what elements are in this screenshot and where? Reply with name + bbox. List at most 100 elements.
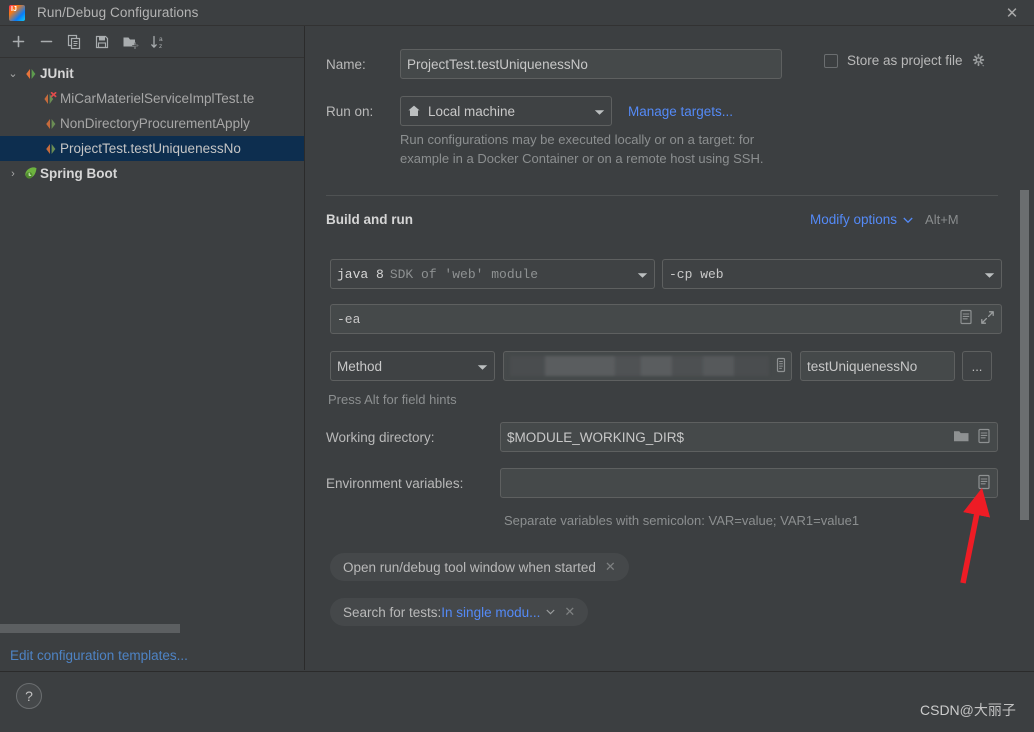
environment-variables-label: Environment variables: xyxy=(326,475,464,491)
working-directory-value: $MODULE_WORKING_DIR$ xyxy=(507,429,685,445)
intellij-idea-logo-icon xyxy=(9,4,25,21)
jre-dropdown[interactable]: java 8 SDK of 'web' module xyxy=(330,259,655,289)
modify-options-row: Modify options Alt+M xyxy=(810,212,959,227)
store-as-project-file-label: Store as project file xyxy=(847,53,963,68)
macro-list-icon[interactable] xyxy=(775,357,787,376)
name-label: Name: xyxy=(326,56,366,72)
test-method-browse-button[interactable]: ... xyxy=(962,351,992,381)
modify-options-shortcut: Alt+M xyxy=(925,212,959,227)
run-on-dropdown[interactable]: Local machine xyxy=(400,96,612,126)
junit-run-icon xyxy=(42,117,60,131)
test-kind-dropdown[interactable]: Method xyxy=(330,351,495,381)
junit-run-icon xyxy=(42,142,60,156)
home-icon xyxy=(407,104,421,118)
run-on-value: Local machine xyxy=(428,103,516,119)
expand-icon[interactable] xyxy=(980,310,995,329)
run-debug-configurations-dialog: Run/Debug Configurations ✕ xyxy=(0,0,1034,732)
help-button[interactable]: ? xyxy=(16,683,42,709)
tree-item-label: MiCarMaterielServiceImplTest.te xyxy=(60,91,255,106)
tree-item-junit[interactable]: ⌄ JUnit xyxy=(0,61,304,86)
chevron-down-icon[interactable] xyxy=(546,607,555,618)
build-and-run-header: Build and run xyxy=(326,212,413,227)
environment-variables-row: Environment variables: xyxy=(326,468,998,498)
chevron-down-icon[interactable] xyxy=(627,267,648,282)
tree-item-spring-boot[interactable]: › Spring Boot xyxy=(0,161,304,186)
working-directory-row: Working directory: $MODULE_WORKING_DIR$ xyxy=(326,422,998,452)
run-on-label: Run on: xyxy=(326,103,374,119)
chevron-down-icon[interactable] xyxy=(903,217,913,223)
svg-text:z: z xyxy=(159,43,162,50)
macro-list-icon[interactable] xyxy=(977,428,991,447)
window-title: Run/Debug Configurations xyxy=(37,5,199,20)
manage-targets-link[interactable]: Manage targets... xyxy=(628,104,733,119)
tree-item-label: Spring Boot xyxy=(40,166,118,181)
tree-item-label: ProjectTest.testUniquenessNo xyxy=(60,141,241,156)
jre-classpath-row: java 8 SDK of 'web' module -cp web xyxy=(330,259,1002,289)
chip-label: Open run/debug tool window when started xyxy=(343,559,596,575)
chip-open-run-debug-tool-window[interactable]: Open run/debug tool window when started … xyxy=(330,553,629,581)
chip-search-for-tests[interactable]: Search for tests: In single modu... ✕ xyxy=(330,598,589,626)
vm-options-row: -ea xyxy=(330,304,1002,334)
vm-options-value: -ea xyxy=(337,311,361,327)
chevron-right-icon[interactable]: › xyxy=(4,168,22,180)
store-as-project-file-row[interactable]: Store as project file xyxy=(824,53,986,68)
test-class-input[interactable] xyxy=(503,351,792,381)
chevron-down-icon[interactable]: ⌄ xyxy=(4,67,22,80)
junit-run-error-icon xyxy=(42,91,60,106)
configurations-tree[interactable]: ⌄ JUnit MiCarMaterielServiceImplTest.te … xyxy=(0,58,304,186)
dialog-footer: ? OK Cancel xyxy=(0,671,1034,732)
sidebar-horizontal-scrollbar[interactable] xyxy=(0,624,180,633)
edit-configuration-templates-link[interactable]: Edit configuration templates... xyxy=(10,648,188,663)
chip-value-link[interactable]: In single modu... xyxy=(441,605,540,620)
tree-item-label: NonDirectoryProcurementApply xyxy=(60,116,250,131)
sort-configurations-button[interactable]: a z xyxy=(144,29,172,55)
test-class-value-redacted xyxy=(510,356,769,376)
ellipsis-icon: ... xyxy=(971,358,983,374)
working-directory-label: Working directory: xyxy=(326,429,435,445)
build-and-run-title: Build and run xyxy=(326,212,413,227)
macro-list-icon[interactable] xyxy=(959,309,973,329)
macro-list-icon[interactable] xyxy=(977,474,991,493)
configuration-editor-panel: Name: ProjectTest.testUniquenessNo Store… xyxy=(306,26,1034,670)
close-icon[interactable]: ✕ xyxy=(605,559,616,575)
chip-label: Search for tests: xyxy=(343,604,442,620)
svg-text:a: a xyxy=(159,36,163,43)
save-configuration-button[interactable] xyxy=(88,29,116,55)
store-as-project-file-checkbox[interactable] xyxy=(824,53,838,68)
jre-value-bold: java 8 xyxy=(337,266,384,282)
name-input[interactable]: ProjectTest.testUniquenessNo xyxy=(400,49,782,79)
run-on-row: Run on: Local machine Manage targets... xyxy=(326,96,733,126)
run-on-hint: Run configurations may be executed local… xyxy=(400,130,960,168)
remove-configuration-button[interactable] xyxy=(32,29,60,55)
tree-item-label: JUnit xyxy=(40,66,74,81)
modify-options-link[interactable]: Modify options xyxy=(810,212,897,227)
environment-variables-input[interactable] xyxy=(500,468,998,498)
tree-item-micarmaterielserviceimpltest[interactable]: MiCarMaterielServiceImplTest.te xyxy=(0,86,304,111)
configurations-toolbar: a z xyxy=(0,26,304,58)
watermark-handle: @大丽子 xyxy=(959,702,1016,718)
classpath-dropdown[interactable]: -cp web xyxy=(662,259,1002,289)
copy-configuration-button[interactable] xyxy=(60,29,88,55)
gear-icon[interactable] xyxy=(971,53,986,68)
close-icon[interactable]: ✕ xyxy=(990,0,1034,26)
chevron-down-icon[interactable] xyxy=(467,359,488,374)
editor-vertical-scrollbar[interactable] xyxy=(1020,190,1029,520)
close-icon[interactable]: ✕ xyxy=(564,604,575,620)
chevron-down-icon[interactable] xyxy=(584,104,605,119)
csdn-watermark: CSDN@大丽子 xyxy=(920,700,1016,720)
test-method-input[interactable]: testUniquenessNo xyxy=(800,351,955,381)
working-directory-input[interactable]: $MODULE_WORKING_DIR$ xyxy=(500,422,998,452)
new-folder-button[interactable] xyxy=(116,29,144,55)
vm-options-input[interactable]: -ea xyxy=(330,304,1002,334)
run-on-hint-line2: example in a Docker Container or on a re… xyxy=(400,151,764,166)
add-configuration-button[interactable] xyxy=(4,29,32,55)
tree-item-nondirectoryprocurementapply[interactable]: NonDirectoryProcurementApply xyxy=(0,111,304,136)
test-kind-value: Method xyxy=(337,358,383,374)
classpath-value: -cp web xyxy=(669,266,724,282)
name-input-value: ProjectTest.testUniquenessNo xyxy=(407,56,588,72)
configurations-panel: a z ⌄ JUnit MiCarMaterielServiceImplTest… xyxy=(0,26,305,670)
title-bar: Run/Debug Configurations ✕ xyxy=(0,0,1034,26)
chevron-down-icon[interactable] xyxy=(974,267,995,282)
tree-item-projecttest-testuniquenessno[interactable]: ProjectTest.testUniquenessNo xyxy=(0,136,304,161)
folder-icon[interactable] xyxy=(953,429,970,446)
